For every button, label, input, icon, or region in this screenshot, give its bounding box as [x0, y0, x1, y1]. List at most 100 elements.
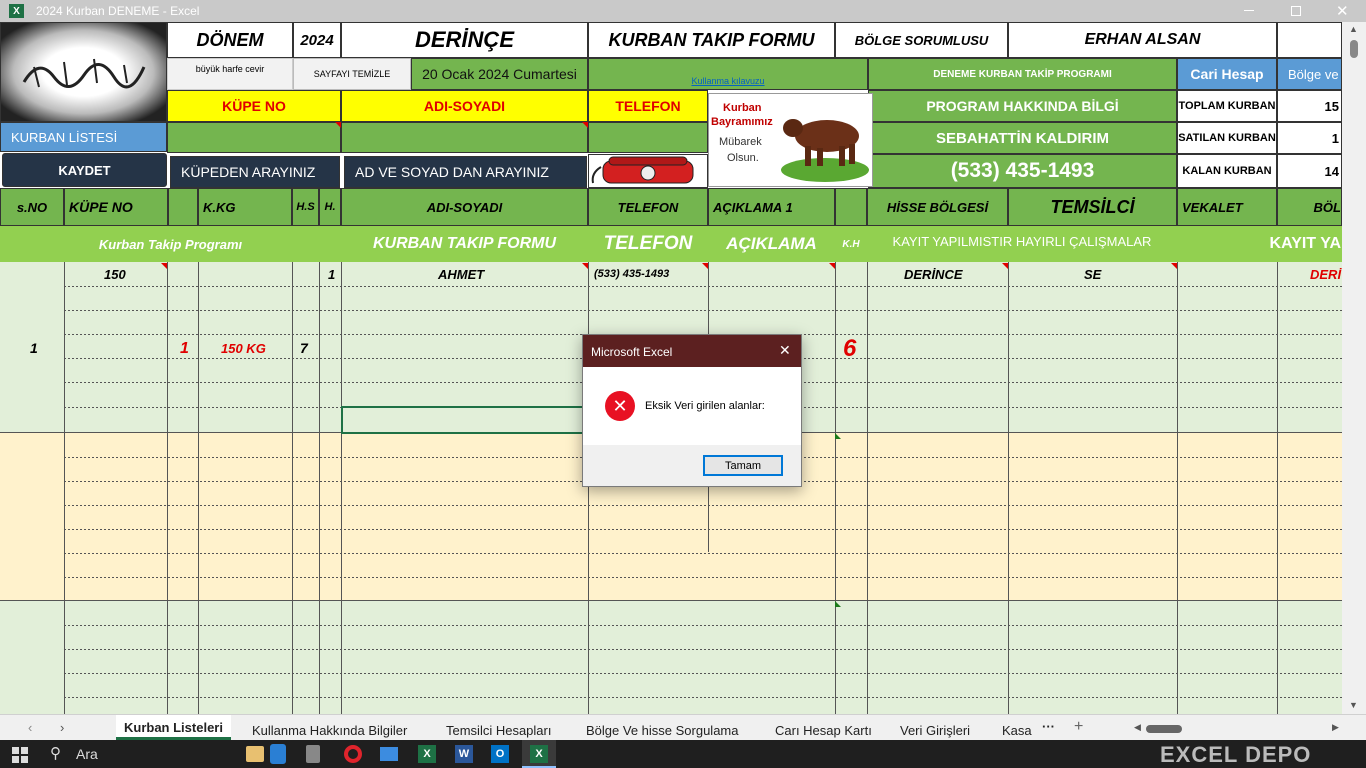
bolge-ve-button[interactable]: Bölge ve: [1277, 58, 1342, 90]
h-scroll-thumb[interactable]: [1146, 725, 1182, 733]
tab-kasa[interactable]: Kasa: [1002, 723, 1032, 738]
satilan-kurban-value: 1: [1277, 122, 1342, 154]
add-sheet-icon[interactable]: +: [1074, 718, 1083, 736]
col-kkg: K.KG: [198, 188, 292, 226]
dialog-close-icon[interactable]: ✕: [779, 342, 791, 359]
satilan-kurban-label: SATILAN KURBAN: [1177, 122, 1277, 154]
mail-icon[interactable]: [380, 747, 398, 761]
col-vekalet: VEKALET: [1177, 188, 1277, 226]
toplam-kurban-label: TOPLAM KURBAN: [1177, 90, 1277, 122]
donem-label: DÖNEM: [167, 22, 293, 58]
phone-number: (533) 435-1493: [868, 154, 1177, 188]
record-bolge[interactable]: DERİNCE: [904, 267, 963, 282]
record-sno[interactable]: 1: [30, 340, 38, 356]
record-red-no[interactable]: 1: [180, 340, 189, 358]
col-telefon: TELEFON: [588, 188, 708, 226]
tab-temsilci[interactable]: Temsilci Hesapları: [446, 723, 551, 738]
kupe-input[interactable]: [167, 122, 341, 153]
col-aciklama1: AÇIKLAMA 1: [708, 188, 835, 226]
record-kh[interactable]: 6: [843, 335, 856, 363]
kurban-listesi-button[interactable]: KURBAN LİSTESİ: [0, 122, 167, 152]
record-name[interactable]: AHMET: [438, 267, 484, 282]
eid-line-1: Kurban: [723, 102, 762, 114]
tab-veri[interactable]: Veri Girişleri: [900, 723, 970, 738]
opera-icon[interactable]: [344, 745, 362, 763]
ok-button[interactable]: Tamam: [703, 455, 783, 476]
tab-next-icon[interactable]: ›: [60, 720, 64, 735]
dialog-titlebar: Microsoft Excel ✕: [583, 335, 801, 367]
clear-sheet-button[interactable]: SAYFAYI TEMİZLE: [293, 58, 411, 90]
col-bol: BÖL: [1277, 188, 1342, 226]
kaydet-button[interactable]: KAYDET: [2, 153, 167, 187]
form-title: KURBAN TAKIP FORMU: [588, 22, 835, 58]
record-red-right[interactable]: DERİ: [1310, 267, 1341, 282]
scroll-thumb[interactable]: [1350, 40, 1358, 58]
banner-telefon: TELEFON: [588, 226, 708, 262]
tab-prev-icon[interactable]: ‹: [28, 720, 32, 735]
cari-hesap-button[interactable]: Cari Hesap: [1177, 58, 1277, 90]
program-name: DENEME KURBAN TAKİP PROGRAMI: [868, 58, 1177, 90]
record-kg[interactable]: 150 KG: [221, 341, 266, 356]
windows-start-icon[interactable]: [12, 747, 28, 763]
telephone-image: [588, 154, 708, 188]
word-icon[interactable]: W: [455, 745, 473, 763]
app-store-icon[interactable]: [270, 744, 286, 764]
adsoyad-input[interactable]: [341, 122, 588, 153]
window-title: 2024 Kurban DENEME - Excel: [36, 4, 200, 18]
bolge-sorumlusu-name[interactable]: ERHAN ALSAN: [1008, 22, 1277, 58]
excel-depo-watermark: EXCEL DEPO: [1160, 742, 1312, 767]
tab-cari[interactable]: Carı Hesap Kartı: [775, 723, 872, 738]
adsoyad-search-button[interactable]: AD VE SOYAD DAN ARAYINIZ: [344, 156, 587, 188]
taskbar: ⚲ Ara X W O X EXCEL DEPO: [0, 740, 1366, 768]
search-icon[interactable]: ⚲: [50, 744, 61, 762]
record-temsilci[interactable]: SE: [1084, 267, 1101, 282]
kalan-kurban-value: 14: [1277, 154, 1342, 188]
eid-greeting-image: Kurban Bayramımız Mübarek Olsun.: [708, 93, 873, 187]
active-cell[interactable]: [341, 406, 588, 434]
bolge-sorumlusu-label: BÖLGE SORUMLUSU: [835, 22, 1008, 58]
more-tabs-icon[interactable]: ···: [1042, 719, 1055, 734]
eid-line-2: Bayramımız: [711, 116, 773, 128]
scroll-up-icon[interactable]: ▲: [1349, 24, 1358, 34]
banner-kh: K.H: [835, 226, 867, 262]
tab-kurban-listeleri[interactable]: Kurban Listeleri: [116, 715, 231, 740]
minimize-icon[interactable]: [1244, 10, 1254, 11]
guide-link[interactable]: Kullanma kılavuzu: [588, 58, 868, 90]
year-cell[interactable]: 2024: [293, 22, 341, 58]
empty-header-cell[interactable]: [1277, 22, 1342, 58]
vertical-scrollbar[interactable]: ▲ ▼: [1342, 22, 1366, 714]
banner-aciklama: AÇIKLAMA: [708, 226, 835, 262]
banner-kayit: KAYIT YAPILMISTIR HAYIRLI ÇALIŞMALAR: [867, 226, 1177, 262]
scroll-down-icon[interactable]: ▼: [1349, 700, 1358, 710]
bull-icon: [781, 119, 869, 182]
error-icon: ✕: [605, 391, 635, 421]
kupe-search-button[interactable]: KÜPEDEN ARAYINIZ: [170, 156, 340, 188]
tab-kullanma[interactable]: Kullanma Hakkında Bilgiler: [252, 723, 407, 738]
col-hisse: HİSSE BÖLGESİ: [867, 188, 1008, 226]
record-kupe[interactable]: 150: [104, 267, 126, 282]
telephone-icon: [591, 156, 694, 184]
location-cell[interactable]: DERİNÇE: [341, 22, 588, 58]
record-hs[interactable]: 7: [300, 340, 308, 356]
h-scroll-right-icon[interactable]: ▶: [1332, 722, 1339, 733]
dialog-message: Eksik Veri girilen alanlar:: [645, 400, 765, 412]
outlook-icon[interactable]: O: [491, 745, 509, 763]
tab-bolge[interactable]: Bölge Ve hisse Sorgulama: [586, 723, 738, 738]
close-icon[interactable]: ✕: [1336, 2, 1349, 20]
banner-kayit-2: KAYIT YA: [1177, 226, 1342, 262]
calculator-icon[interactable]: [306, 745, 320, 763]
excel-active-icon[interactable]: X: [522, 740, 556, 768]
eid-line-4: Olsun.: [727, 152, 759, 164]
col-hs: H.S: [292, 188, 319, 226]
sheet-tab-bar: ‹ › Kurban Listeleri Kullanma Hakkında B…: [0, 714, 1366, 740]
excel-taskbar-icon[interactable]: X: [418, 745, 436, 763]
col-h: H.: [319, 188, 341, 226]
record-h[interactable]: 1: [328, 267, 335, 282]
h-scroll-left-icon[interactable]: ◀: [1134, 722, 1141, 733]
app-pen-icon[interactable]: [246, 746, 264, 762]
taskbar-search[interactable]: Ara: [76, 746, 98, 762]
record-phone[interactable]: (533) 435-1493: [594, 268, 669, 280]
uppercase-button[interactable]: büyük harfe cevir: [167, 58, 293, 90]
restore-icon[interactable]: [1291, 6, 1301, 16]
telefon-input[interactable]: [588, 122, 708, 153]
